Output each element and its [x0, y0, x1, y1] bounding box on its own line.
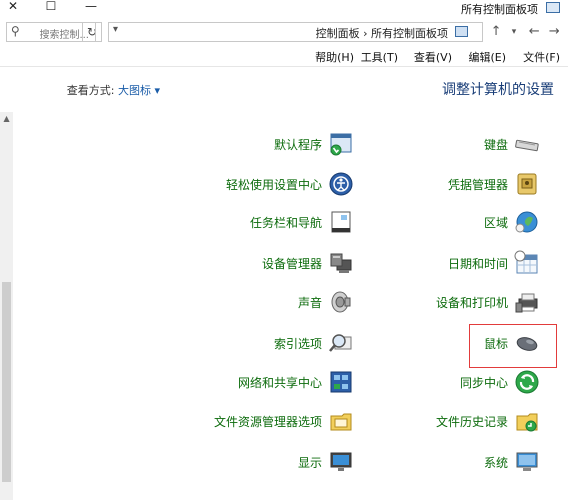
- view-by-label: 查看方式:: [66, 84, 115, 97]
- item-label: 索引选项: [273, 337, 322, 351]
- window-title: 所有控制面板项: [461, 3, 538, 16]
- up-arrow-icon[interactable]: ↑: [488, 24, 504, 40]
- forward-arrow-icon[interactable]: →: [526, 24, 542, 40]
- search-box[interactable]: 搜索控制... ⚲: [6, 22, 96, 42]
- item-label: 默认程序: [273, 138, 322, 152]
- search-icon: ⚲: [11, 24, 20, 38]
- highlight-box: [469, 324, 557, 368]
- default-programs-icon: [330, 133, 352, 156]
- item-label: 文件历史记录: [435, 415, 508, 429]
- region-icon: [515, 211, 538, 233]
- ease-of-access-icon: [329, 172, 353, 196]
- network-icon: [330, 371, 352, 393]
- calendar-icon: [514, 250, 538, 274]
- taskbar-icon: [331, 211, 351, 233]
- printer-icon: [515, 293, 538, 313]
- indexing-icon: [329, 334, 352, 352]
- page-title: 调整计算机的设置: [442, 82, 554, 98]
- sound-icon: [331, 291, 351, 313]
- address-row: ← → ▾ ↑ 控制面板 › 所有控制面板项 ▾ ↻ 搜索控制... ⚲: [0, 20, 568, 44]
- item-label: 设备管理器: [261, 257, 322, 271]
- device-manager-icon: [330, 253, 352, 273]
- item-label: 设备和打印机: [435, 296, 508, 310]
- item-label: 显示: [297, 456, 322, 470]
- item-label: 网络和共享中心: [237, 376, 322, 390]
- display-icon: [330, 452, 352, 471]
- item-label: 文件资源管理器选项: [213, 415, 322, 429]
- menu-file[interactable]: 文件(F): [523, 49, 560, 65]
- scroll-thumb[interactable]: [2, 282, 11, 482]
- minimize-button[interactable]: —: [80, 0, 102, 15]
- maximize-button[interactable]: ☐: [40, 0, 62, 15]
- search-input[interactable]: 搜索控制...: [39, 26, 89, 41]
- breadcrumb[interactable]: 控制面板 › 所有控制面板项: [316, 25, 448, 41]
- chevron-down-icon[interactable]: ▾: [113, 24, 118, 35]
- menu-tools[interactable]: 工具(T): [361, 49, 398, 65]
- menu-view[interactable]: 查看(V): [414, 49, 452, 65]
- system-icon: [516, 452, 538, 471]
- item-label: 任务栏和导航: [249, 216, 322, 230]
- item-label: 区域: [483, 216, 508, 230]
- item-label: 声音: [297, 296, 322, 310]
- divider: [0, 66, 568, 67]
- file-history-icon: [516, 413, 538, 432]
- item-label: 轻松使用设置中心: [225, 178, 322, 192]
- control-panel-window: 所有控制面板项 — ☐ ✕ ← → ▾ ↑ 控制面板 › 所有控制面板项 ▾ ↻…: [0, 0, 568, 500]
- item-label: 凭据管理器: [447, 178, 508, 192]
- item-label: 系统: [483, 456, 508, 470]
- sync-icon: [515, 370, 539, 394]
- menu-bar: 文件(F) 编辑(E) 查看(V) 工具(T) 帮助(H): [0, 47, 568, 65]
- back-arrow-icon[interactable]: ←: [546, 24, 562, 40]
- credential-manager-icon: [517, 173, 537, 195]
- control-panel-icon: [546, 2, 560, 13]
- scrollbar[interactable]: ▲: [0, 112, 13, 500]
- title-bar: 所有控制面板项 — ☐ ✕: [0, 0, 568, 16]
- control-panel-icon: [455, 26, 468, 37]
- menu-help[interactable]: 帮助(H): [315, 49, 354, 65]
- folder-options-icon: [330, 413, 352, 431]
- close-button[interactable]: ✕: [2, 0, 24, 15]
- item-label: 键盘: [483, 138, 508, 152]
- history-chevron-icon[interactable]: ▾: [506, 24, 522, 40]
- menu-edit[interactable]: 编辑(E): [468, 49, 506, 65]
- view-by: 查看方式: 大图标 ▾: [67, 82, 160, 98]
- view-by-dropdown[interactable]: 大图标 ▾: [118, 84, 160, 97]
- keyboard-icon: [515, 139, 539, 152]
- item-label: 日期和时间: [447, 257, 508, 271]
- scroll-up-icon[interactable]: ▲: [0, 114, 13, 126]
- item-label: 同步中心: [459, 376, 508, 390]
- address-bar[interactable]: 控制面板 › 所有控制面板项 ▾: [108, 22, 483, 42]
